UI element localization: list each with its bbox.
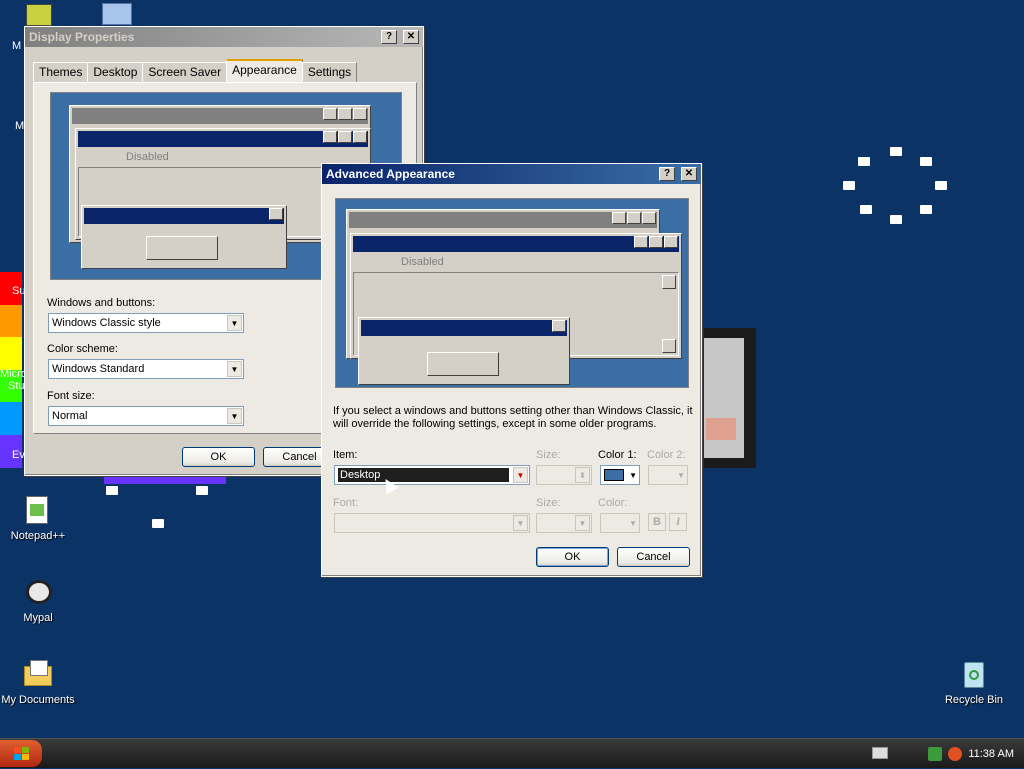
preview-disabled-text: Disabled bbox=[401, 256, 444, 268]
partial-desktop-label: Ev bbox=[12, 449, 25, 461]
desktop-icon-label: Recycle Bin bbox=[944, 694, 1004, 706]
tab-settings[interactable]: Settings bbox=[301, 62, 358, 82]
chevron-down-icon[interactable]: ▼ bbox=[227, 408, 242, 424]
cancel-button[interactable]: Cancel bbox=[617, 547, 690, 567]
desktop-icon-notepadpp[interactable]: Notepad++ bbox=[0, 494, 76, 542]
close-button[interactable]: ✕ bbox=[681, 167, 697, 181]
font-size-value: Normal bbox=[52, 410, 88, 422]
chevron-down-icon[interactable]: ▼ bbox=[513, 467, 528, 483]
item-select[interactable]: Desktop ▼ bbox=[334, 465, 530, 485]
item-value: Desktop bbox=[338, 468, 509, 482]
help-button[interactable]: ? bbox=[381, 30, 397, 44]
preview-disabled-text: Disabled bbox=[126, 151, 169, 163]
color1-label: Color 1: bbox=[598, 449, 637, 461]
keyboard-icon[interactable] bbox=[872, 747, 888, 759]
nyan-cat-face bbox=[704, 338, 744, 458]
preview-message-box bbox=[358, 317, 570, 385]
tab-screen-saver[interactable]: Screen Saver bbox=[142, 62, 228, 82]
close-button[interactable]: ✕ bbox=[403, 30, 419, 44]
bold-button[interactable]: B bbox=[648, 513, 666, 531]
font-label: Font: bbox=[333, 497, 359, 509]
nyan-cat-cheek bbox=[706, 418, 736, 440]
partial-icon[interactable] bbox=[26, 4, 52, 26]
color-scheme-value: Windows Standard bbox=[52, 363, 145, 375]
color-scheme-select[interactable]: Windows Standard ▼ bbox=[48, 359, 244, 379]
preview-message-box bbox=[81, 205, 287, 269]
taskbar: 11:38 AM bbox=[0, 738, 1024, 768]
system-tray: 11:38 AM bbox=[916, 739, 1024, 769]
windows-logo-icon bbox=[13, 747, 29, 760]
color2-picker[interactable]: ▼ bbox=[648, 465, 688, 485]
info-text: If you select a windows and buttons sett… bbox=[333, 405, 693, 430]
font-size-label: Font size: bbox=[47, 390, 95, 402]
window-title: Display Properties bbox=[29, 30, 135, 44]
display-properties-titlebar[interactable]: Display Properties ? ✕ bbox=[25, 27, 423, 47]
size-label: Size: bbox=[536, 449, 561, 461]
search-icon[interactable] bbox=[948, 747, 963, 761]
desktop-icon-mypal[interactable]: Mypal bbox=[0, 576, 76, 624]
start-button[interactable] bbox=[0, 740, 42, 767]
font-size-label-adv: Size: bbox=[536, 497, 561, 509]
chevron-down-icon: ▼ bbox=[629, 471, 637, 480]
color1-swatch bbox=[604, 469, 624, 481]
font-size-select[interactable]: Normal ▼ bbox=[48, 406, 244, 426]
desktop-icon-recycle-bin[interactable]: Recycle Bin bbox=[936, 658, 1012, 706]
spinner-arrows-icon[interactable]: ⬍ bbox=[575, 467, 590, 483]
color1-picker[interactable]: ▼ bbox=[600, 465, 640, 485]
windows-buttons-label: Windows and buttons: bbox=[47, 297, 156, 309]
desktop-icon-label: Notepad++ bbox=[10, 530, 66, 542]
ok-button[interactable]: OK bbox=[182, 447, 255, 467]
partial-desktop-label: M bbox=[15, 120, 25, 132]
desktop-icon-my-documents[interactable]: My Documents bbox=[0, 658, 76, 706]
clock[interactable]: 11:38 AM bbox=[968, 748, 1014, 760]
tab-strip: Themes Desktop Screen Saver Appearance S… bbox=[33, 59, 358, 82]
rainbow-strip bbox=[104, 476, 226, 484]
size-spinner[interactable]: ⬍ bbox=[536, 465, 592, 485]
desktop-icon-label: My Documents bbox=[1, 694, 75, 706]
help-button[interactable]: ? bbox=[659, 167, 675, 181]
font-color-picker[interactable]: ▼ bbox=[600, 513, 640, 533]
italic-button[interactable]: I bbox=[669, 513, 687, 531]
advanced-appearance-titlebar[interactable]: Advanced Appearance ? ✕ bbox=[322, 164, 701, 184]
color2-label: Color 2: bbox=[647, 449, 686, 461]
tab-appearance[interactable]: Appearance bbox=[226, 59, 303, 82]
chevron-down-icon: ▼ bbox=[629, 519, 637, 528]
windows-buttons-value: Windows Classic style bbox=[52, 317, 161, 329]
chevron-down-icon[interactable]: ▼ bbox=[575, 515, 590, 531]
chevron-down-icon[interactable]: ▼ bbox=[227, 315, 242, 331]
recycle-bin-icon bbox=[958, 658, 990, 690]
tab-desktop[interactable]: Desktop bbox=[87, 62, 144, 82]
desktop-icon-label: Mypal bbox=[23, 612, 53, 624]
advanced-preview: Disabled bbox=[335, 198, 689, 388]
partial-icon[interactable] bbox=[102, 3, 132, 25]
chevron-down-icon: ▼ bbox=[677, 471, 685, 480]
ok-button[interactable]: OK bbox=[536, 547, 609, 567]
chevron-down-icon[interactable]: ▼ bbox=[227, 361, 242, 377]
item-label: Item: bbox=[333, 449, 358, 461]
chevron-down-icon[interactable]: ▼ bbox=[513, 515, 528, 531]
mypal-icon bbox=[22, 576, 54, 608]
network-icon[interactable] bbox=[928, 747, 943, 761]
tab-themes[interactable]: Themes bbox=[33, 62, 89, 82]
partial-desktop-label: Micro bbox=[0, 368, 27, 380]
font-color-label: Color: bbox=[598, 497, 628, 509]
font-select[interactable]: ▼ bbox=[334, 513, 530, 533]
notepad-plus-plus-icon bbox=[22, 494, 54, 526]
partial-desktop-label: M bbox=[12, 40, 22, 52]
dialog-title: Advanced Appearance bbox=[326, 167, 455, 181]
windows-buttons-select[interactable]: Windows Classic style ▼ bbox=[48, 313, 244, 333]
color-scheme-label: Color scheme: bbox=[47, 343, 118, 355]
my-documents-icon bbox=[22, 658, 54, 690]
partial-desktop-label: Stu bbox=[8, 380, 25, 392]
font-size-select-adv[interactable]: ▼ bbox=[536, 513, 592, 533]
advanced-appearance-dialog[interactable]: Advanced Appearance ? ✕ Disabled If you … bbox=[321, 163, 702, 577]
